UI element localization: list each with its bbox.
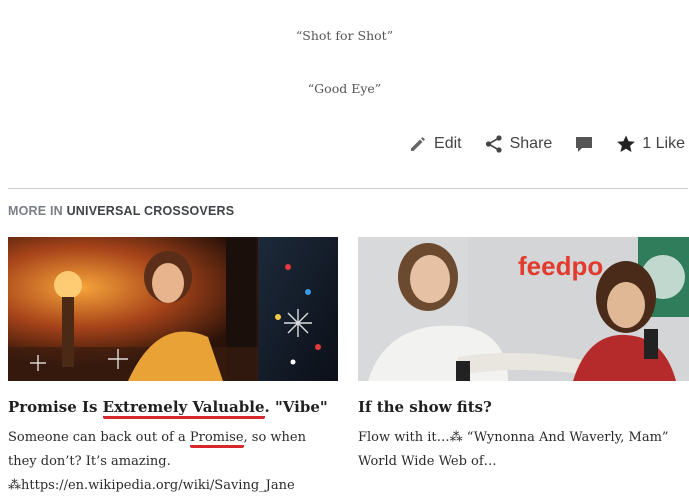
share-label: Share bbox=[509, 135, 553, 152]
card-2-excerpt-line-1: Flow with it…⁂ “Wynonna And Waverly, Mam… bbox=[358, 430, 669, 445]
card-1-excerpt: Someone can back out of a Promise, so wh… bbox=[8, 426, 338, 498]
edit-label: Edit bbox=[434, 135, 462, 152]
card-2-excerpt-line-2: World Wide Web of… bbox=[358, 454, 497, 469]
banner-text: feedpo bbox=[518, 251, 603, 281]
like-label: 1 Like bbox=[642, 135, 685, 152]
card-1-title-suffix: . "Vibe" bbox=[264, 398, 328, 416]
more-in-category-link[interactable]: UNIVERSAL CROSSOVERS bbox=[67, 204, 235, 218]
card-2-title[interactable]: If the show fits? bbox=[358, 398, 689, 416]
comment-icon bbox=[574, 134, 594, 154]
related-post-card-1[interactable]: Promise Is Extremely Valuable. "Vibe" So… bbox=[8, 237, 338, 498]
excerpt-text: Someone can back out of a bbox=[8, 430, 190, 445]
quote-good-eye: “Good Eye” bbox=[307, 81, 382, 96]
related-post-card-2[interactable]: feedpo If the show fits? Flow with it…⁂ … bbox=[358, 237, 689, 474]
card-1-excerpt-line-3: ⁂https://en.wikipedia.org/wiki/Saving_Ja… bbox=[8, 478, 295, 493]
post-actions-bar: Edit Share 1 Like bbox=[408, 131, 689, 157]
share-button[interactable]: Share bbox=[484, 134, 553, 154]
more-in-prefix: MORE IN bbox=[8, 204, 63, 218]
star-icon bbox=[616, 134, 636, 154]
card-1-excerpt-line-1: Someone can back out of a Promise, so wh… bbox=[8, 426, 338, 450]
card-1-excerpt-line-2: they don’t? It’s amazing. bbox=[8, 454, 171, 469]
comment-button[interactable] bbox=[574, 134, 594, 154]
share-icon bbox=[484, 134, 504, 154]
card-2-thumbnail[interactable]: feedpo bbox=[358, 237, 689, 381]
card-2-excerpt: Flow with it…⁂ “Wynonna And Waverly, Mam… bbox=[358, 426, 689, 474]
excerpt-text: , so when bbox=[243, 430, 306, 445]
pencil-icon bbox=[408, 134, 428, 154]
like-button[interactable]: 1 Like bbox=[616, 134, 685, 154]
card-1-title-prefix: Promise Is bbox=[8, 398, 103, 416]
edit-button[interactable]: Edit bbox=[408, 134, 462, 154]
more-in-heading: MORE IN UNIVERSAL CROSSOVERS bbox=[8, 204, 234, 218]
card-1-title[interactable]: Promise Is Extremely Valuable. "Vibe" bbox=[8, 398, 338, 419]
card-1-thumbnail[interactable] bbox=[8, 237, 338, 381]
card-1-title-highlight: Extremely Valuable bbox=[102, 398, 265, 419]
quote-shot-for-shot: “Shot for Shot” bbox=[295, 28, 394, 43]
excerpt-highlight: Promise bbox=[189, 430, 244, 448]
section-divider bbox=[8, 188, 688, 189]
